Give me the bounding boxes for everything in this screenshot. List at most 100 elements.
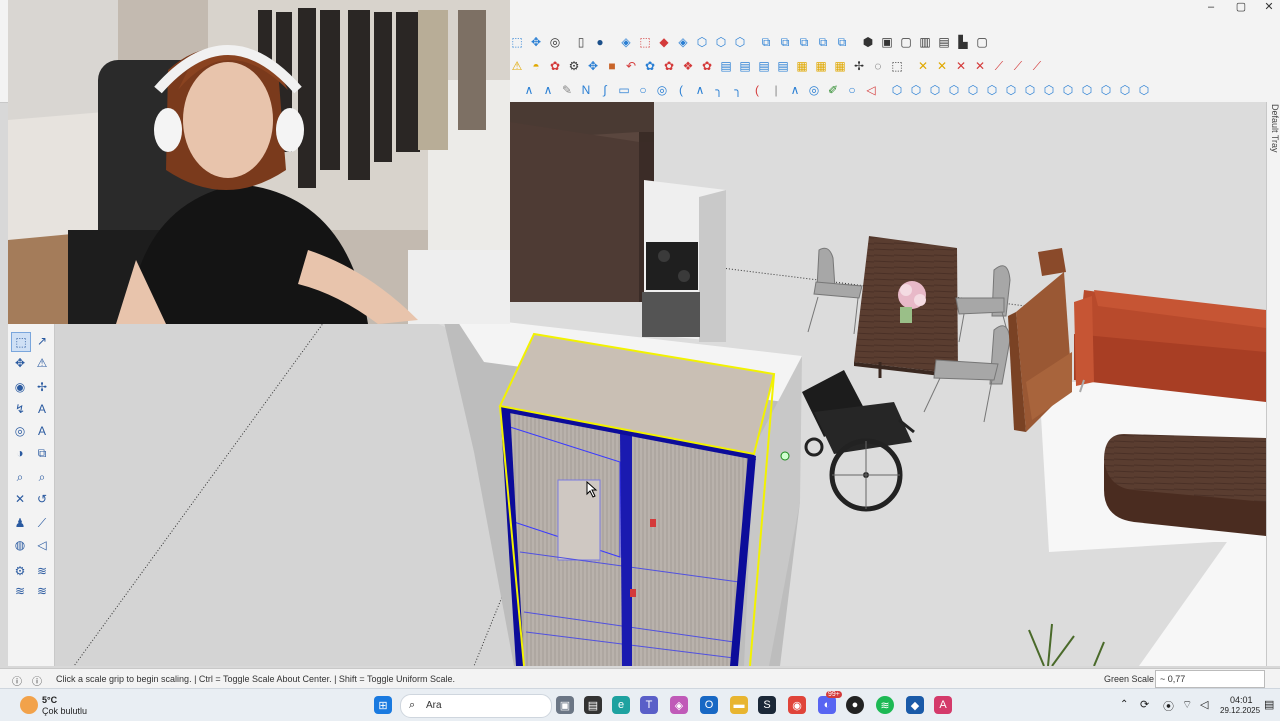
zoom-window-icon[interactable]: ⌕ (33, 468, 51, 486)
tool-12-icon[interactable]: ▤ (717, 57, 735, 75)
pan-tool-icon[interactable]: ✥ (527, 33, 545, 51)
default-tray[interactable] (1266, 102, 1280, 666)
3d-13-icon[interactable]: ⬡ (1116, 81, 1134, 99)
tape-icon[interactable]: ✢ (33, 378, 51, 396)
default-tray-label[interactable]: Default Tray (1270, 104, 1280, 153)
3d-14-icon[interactable]: ⬡ (1135, 81, 1153, 99)
look-around-icon[interactable]: ♟ (11, 514, 29, 532)
3d-7-icon[interactable]: ⬡ (1002, 81, 1020, 99)
coffee-table[interactable] (1104, 434, 1266, 536)
section-icon[interactable]: ⟋ (33, 514, 51, 532)
outlook-icon[interactable]: O (700, 696, 718, 714)
eye-icon[interactable]: ◍ (11, 536, 29, 554)
tool-27-icon[interactable]: ⟋ (1009, 57, 1027, 75)
wardrobe-dark[interactable] (510, 102, 654, 302)
cone-icon[interactable]: ◁ (862, 81, 880, 99)
warning-icon[interactable]: ⚠ (508, 57, 526, 75)
3d-2-icon[interactable]: ⬡ (907, 81, 925, 99)
user-profile-icon[interactable]: ● (591, 33, 609, 51)
help-icon[interactable]: ⓘ (12, 673, 22, 688)
3d-1-icon[interactable]: ⬡ (888, 81, 906, 99)
tool-18-icon[interactable]: ▦ (831, 57, 849, 75)
chrome-icon[interactable]: ◉ (788, 696, 806, 714)
zoom-icon[interactable]: ⌕ (11, 468, 29, 486)
right-view-icon[interactable]: ▥ (916, 33, 934, 51)
box-iso-icon[interactable]: ⬡ (693, 33, 711, 51)
weather-icon[interactable] (20, 696, 38, 714)
arc-3-icon[interactable]: ╮ (710, 81, 728, 99)
tool-14-icon[interactable]: ▤ (755, 57, 773, 75)
left-view-icon[interactable]: ▙ (954, 33, 972, 51)
teams-icon[interactable]: T (640, 696, 658, 714)
top-view-icon[interactable]: ▣ (878, 33, 896, 51)
orbit-tool-icon[interactable]: ◎ (546, 33, 564, 51)
arc-icon[interactable]: N (577, 81, 595, 99)
rotate-icon[interactable]: ◑ (11, 444, 29, 462)
stove-counter[interactable] (642, 180, 726, 342)
3d-12-icon[interactable]: ⬡ (1097, 81, 1115, 99)
polygon-icon[interactable]: ◎ (653, 81, 671, 99)
move-red-icon[interactable]: ◆ (655, 33, 673, 51)
dining-table[interactable] (854, 236, 958, 378)
box-iso-3-icon[interactable]: ⬡ (731, 33, 749, 51)
layers-icon[interactable]: ≋ (33, 562, 51, 580)
maximize-button[interactable]: ▢ (1226, 0, 1256, 14)
material-icon[interactable]: ■ (603, 57, 621, 75)
gear-icon[interactable]: ⚙ (11, 562, 29, 580)
measurement-box[interactable]: ~ 0,77 (1155, 670, 1265, 688)
arc-4-icon[interactable]: ╮ (729, 81, 747, 99)
discord-icon[interactable]: ◐ (818, 696, 836, 714)
wrench-icon[interactable]: ✐ (824, 81, 842, 99)
text-icon[interactable]: A (33, 400, 51, 418)
tool-20-icon[interactable]: ◌ (869, 57, 887, 75)
walk-icon[interactable]: ↺ (33, 490, 51, 508)
3d-5-icon[interactable]: ⬡ (964, 81, 982, 99)
line-2-icon[interactable]: | (767, 81, 785, 99)
ellipse-icon[interactable]: ○ (843, 81, 861, 99)
eraser-icon[interactable]: ✎ (558, 81, 576, 99)
move-icon[interactable]: ✥ (584, 57, 602, 75)
paint-bucket-icon[interactable]: ◈ (617, 33, 635, 51)
component-icon[interactable]: ⬚ (636, 33, 654, 51)
undo-icon[interactable]: ↶ (622, 57, 640, 75)
rectangle-icon[interactable]: ▭ (615, 81, 633, 99)
tray-chevron-icon[interactable]: ⌃ (1120, 699, 1128, 710)
move-icon[interactable]: ✥ (11, 354, 29, 372)
components-icon[interactable]: ≋ (11, 582, 29, 600)
weather-desc[interactable]: Çok bulutlu (42, 706, 87, 716)
line-icon[interactable]: ∧ (539, 81, 557, 99)
select-tool-icon[interactable]: ⬚ (508, 33, 526, 51)
obs-icon[interactable]: ● (846, 696, 864, 714)
tool-15-icon[interactable]: ▤ (774, 57, 792, 75)
app-icon[interactable]: A (934, 696, 952, 714)
3d-10-icon[interactable]: ⬡ (1059, 81, 1077, 99)
offset-icon[interactable]: ↯ (11, 400, 29, 418)
tool-24-icon[interactable]: ✕ (952, 57, 970, 75)
view-1-icon[interactable]: ⧉ (757, 33, 775, 51)
tool-26-icon[interactable]: ⟋ (990, 57, 1008, 75)
task-view-icon[interactable]: ▣ (556, 696, 574, 714)
iso-view-icon[interactable]: ⬢ (859, 33, 877, 51)
position-camera-icon[interactable]: ◁ (33, 536, 51, 554)
bezier-icon[interactable]: ∧ (691, 81, 709, 99)
3d-8-icon[interactable]: ⬡ (1021, 81, 1039, 99)
circle-icon[interactable]: ○ (634, 81, 652, 99)
push-pull-icon[interactable]: ⧉ (33, 444, 51, 462)
tool-16-icon[interactable]: ▦ (793, 57, 811, 75)
clock-date[interactable]: 29.12.2025 (1220, 706, 1260, 715)
3d-9-icon[interactable]: ⬡ (1040, 81, 1058, 99)
view-5-icon[interactable]: ⧉ (833, 33, 851, 51)
minimize-button[interactable]: – (1196, 0, 1226, 14)
bottom-view-icon[interactable]: ▢ (973, 33, 991, 51)
copilot-icon[interactable]: ◈ (670, 696, 688, 714)
tool-9-icon[interactable]: ✿ (660, 57, 678, 75)
tool-25-icon[interactable]: ✕ (971, 57, 989, 75)
3d-11-icon[interactable]: ⬡ (1078, 81, 1096, 99)
view-4-icon[interactable]: ⧉ (814, 33, 832, 51)
store-icon[interactable]: ▤ (584, 696, 602, 714)
tool-23-icon[interactable]: ✕ (933, 57, 951, 75)
start-button[interactable]: ⊞ (374, 696, 392, 714)
file-explorer-icon[interactable]: ▬ (730, 696, 748, 714)
back-view-icon[interactable]: ▤ (935, 33, 953, 51)
tool-11-icon[interactable]: ✿ (698, 57, 716, 75)
